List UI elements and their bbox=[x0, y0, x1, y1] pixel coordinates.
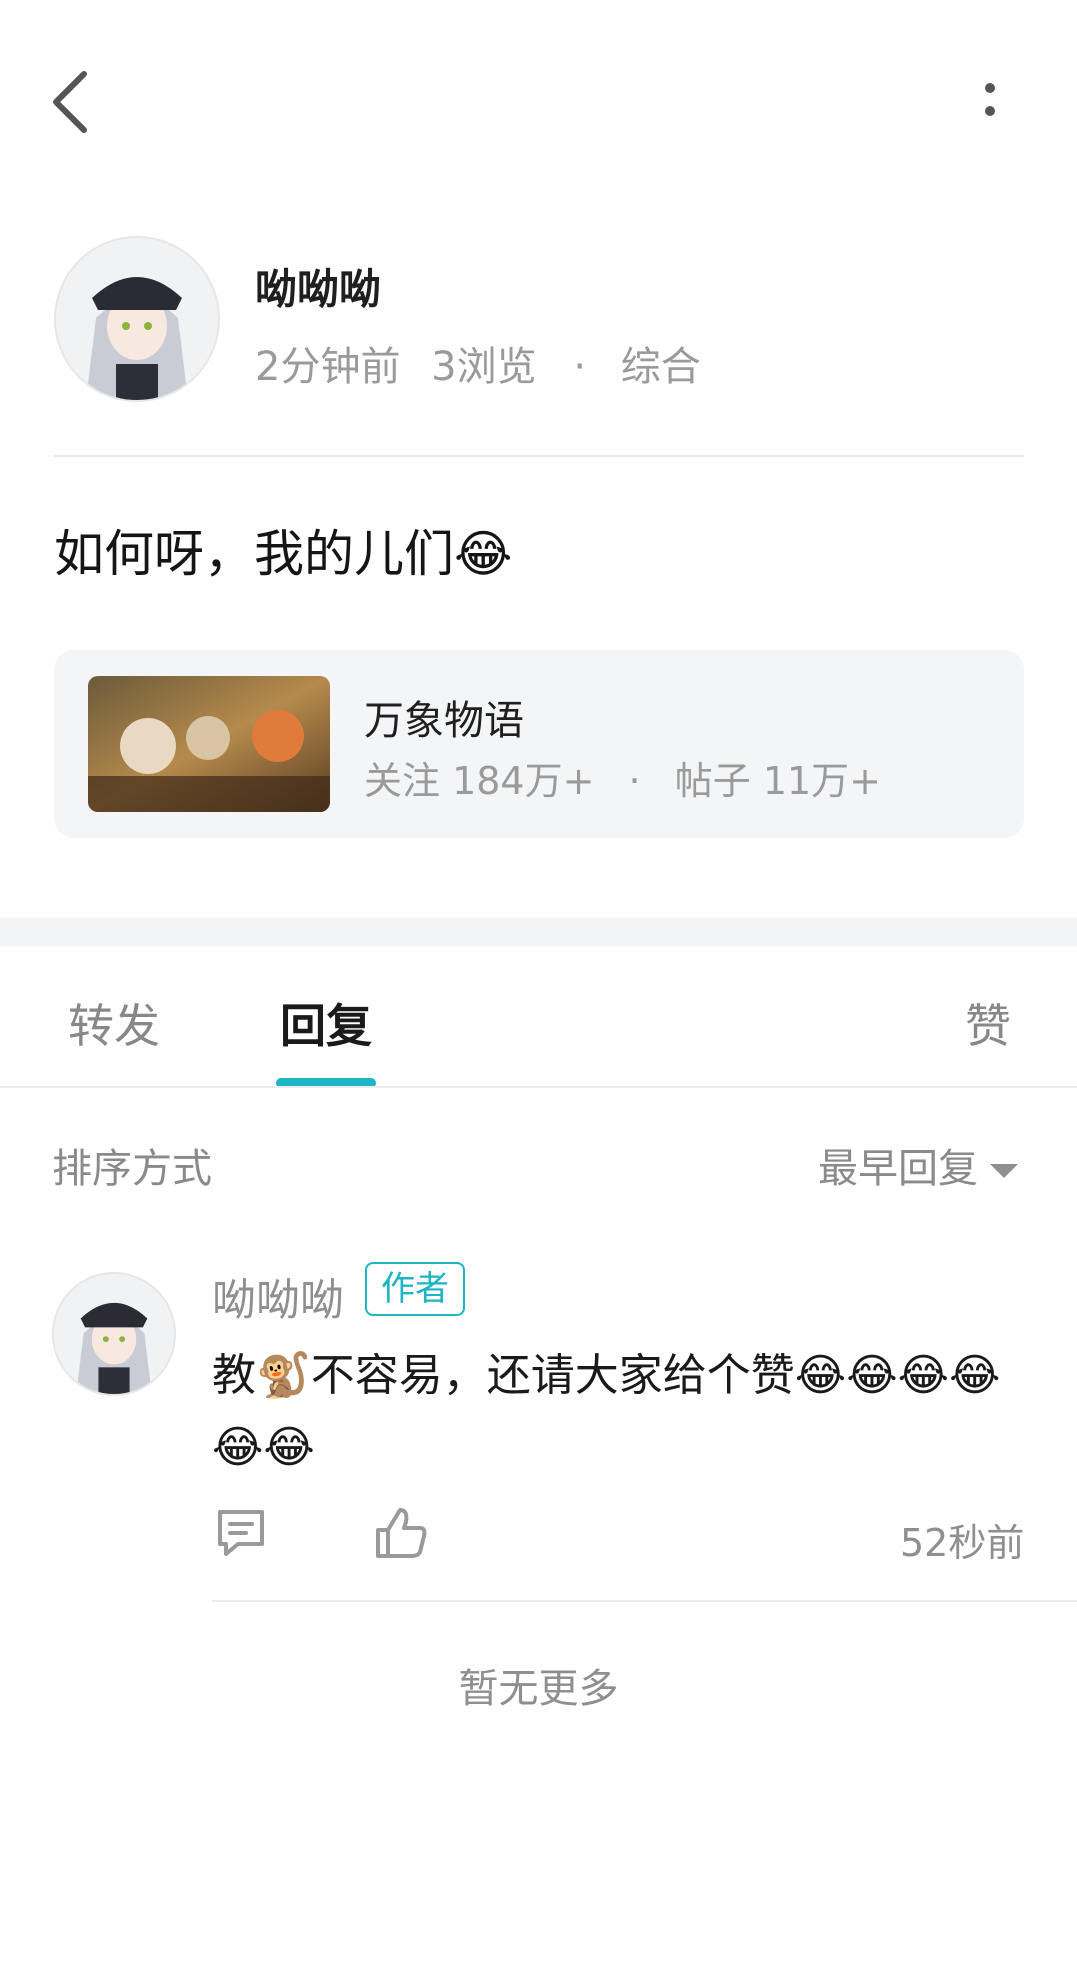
forum-posts: 帖子 11万+ bbox=[674, 759, 882, 803]
comment-avatar[interactable] bbox=[52, 1272, 176, 1396]
back-button[interactable] bbox=[44, 62, 104, 142]
forum-followers: 关注 184万+ bbox=[364, 759, 595, 803]
comment-text: 教🐒不容易，还请大家给个赞😂😂😂😂😂😂 bbox=[212, 1350, 1001, 1473]
sort-label: 排序方式 bbox=[52, 1146, 212, 1192]
tab-bar: 转发 回复 赞 bbox=[0, 946, 1077, 1088]
sort-dropdown[interactable]: 最早回复 bbox=[818, 1136, 1018, 1194]
like-button[interactable] bbox=[372, 1504, 430, 1562]
reply-button[interactable] bbox=[212, 1504, 270, 1562]
forum-stats: 关注 184万+ · 帖子 11万+ bbox=[364, 750, 881, 805]
post-detail-page: 呦呦呦 2分钟前 3浏览 · 综合 如何呀，我的儿们😂 万象物语 关注 184万… bbox=[0, 0, 1077, 1965]
tab-like[interactable]: 赞 bbox=[965, 990, 1011, 1056]
author-avatar[interactable] bbox=[54, 236, 220, 402]
divider bbox=[54, 455, 1024, 457]
comment-icon bbox=[218, 1510, 264, 1556]
tab-forward[interactable]: 转发 bbox=[68, 990, 160, 1056]
chevron-left-icon bbox=[53, 71, 87, 133]
tab-reply[interactable]: 回复 bbox=[280, 990, 372, 1056]
top-bar bbox=[0, 0, 1077, 200]
author-name[interactable]: 呦呦呦 bbox=[255, 256, 381, 317]
post-views: 3浏览 bbox=[431, 344, 537, 390]
comment-author[interactable]: 呦呦呦 bbox=[212, 1264, 344, 1328]
more-options-button[interactable] bbox=[960, 70, 1020, 130]
forum-thumbnail bbox=[88, 676, 330, 812]
author-badge: 作者 bbox=[365, 1262, 465, 1316]
sort-value: 最早回复 bbox=[818, 1146, 978, 1192]
divider bbox=[212, 1600, 1077, 1602]
post-category[interactable]: 综合 bbox=[621, 344, 701, 390]
no-more-indicator: 暂无更多 bbox=[458, 1666, 619, 1712]
post-time: 2分钟前 bbox=[255, 344, 401, 390]
forum-name: 万象物语 bbox=[364, 698, 524, 744]
caret-down-icon bbox=[990, 1164, 1018, 1178]
post-content: 如何呀，我的儿们😂 bbox=[54, 525, 513, 583]
divider bbox=[0, 1086, 1077, 1088]
stats-separator: · bbox=[628, 759, 641, 803]
post-meta: 2分钟前 3浏览 · 综合 bbox=[255, 334, 719, 392]
section-separator bbox=[0, 918, 1077, 946]
forum-card[interactable]: 万象物语 关注 184万+ · 帖子 11万+ bbox=[54, 650, 1024, 838]
meta-separator: · bbox=[573, 344, 587, 390]
comment-time: 52秒前 bbox=[900, 1521, 1025, 1565]
thumbs-up-icon bbox=[376, 1508, 427, 1558]
